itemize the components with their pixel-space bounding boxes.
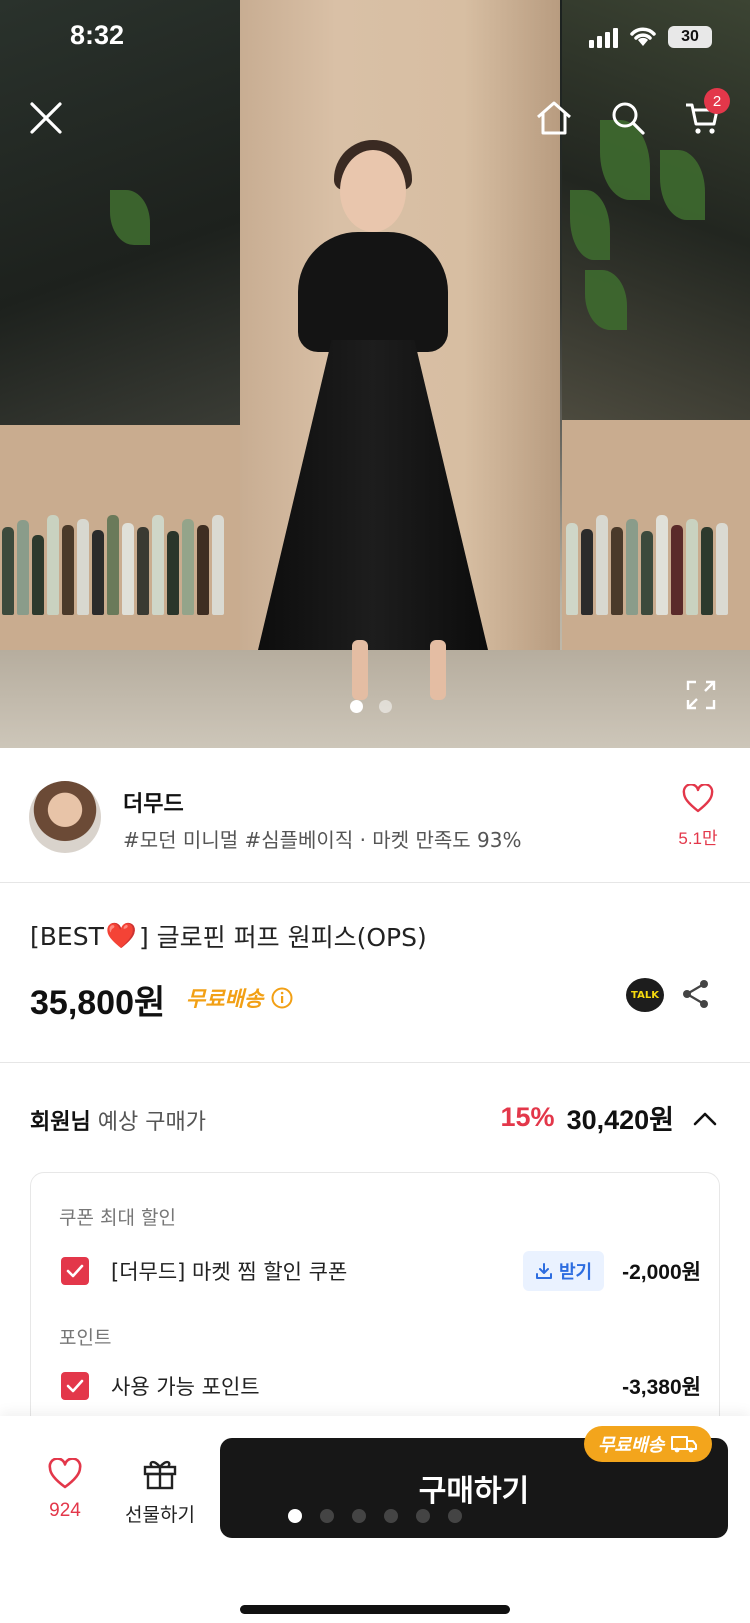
battery-icon: 30 bbox=[668, 26, 712, 48]
gift-button[interactable]: 선물하기 bbox=[120, 1456, 200, 1527]
point-section-label: 포인트 bbox=[59, 1327, 112, 1349]
signal-icon bbox=[589, 26, 618, 48]
product-price: 35,800원 bbox=[30, 984, 166, 1022]
divider bbox=[0, 882, 750, 883]
kakao-talk-button[interactable]: TALK bbox=[626, 978, 664, 1012]
wine-bottles bbox=[2, 505, 224, 615]
black-dress bbox=[298, 232, 448, 352]
cart-count-badge: 2 bbox=[704, 88, 730, 114]
page-dot bbox=[416, 1509, 430, 1523]
gift-label: 선물하기 bbox=[125, 1504, 195, 1526]
point-label: 사용 가능 포인트 bbox=[111, 1375, 260, 1399]
point-row: 사용 가능 포인트 -3,380원 bbox=[61, 1371, 701, 1401]
carousel-dot bbox=[379, 700, 392, 713]
coupon-amount: -2,000원 bbox=[622, 1261, 701, 1284]
close-icon bbox=[30, 102, 62, 134]
chevron-up-icon bbox=[693, 1112, 717, 1125]
coupon-label: [더무드] 마켓 찜 할인 쿠폰 bbox=[111, 1260, 348, 1284]
wifi-icon bbox=[630, 27, 656, 46]
status-icons: 30 bbox=[589, 26, 712, 48]
free-shipping-label[interactable]: 무료배송 bbox=[186, 983, 293, 1013]
page-dot bbox=[288, 1509, 302, 1523]
shop-like-count: 5.1만 bbox=[678, 829, 718, 848]
search-icon bbox=[612, 102, 645, 135]
home-icon bbox=[537, 101, 571, 135]
seller-avatar[interactable] bbox=[29, 781, 101, 853]
page-dot bbox=[320, 1509, 334, 1523]
member-price: 30,420원 bbox=[566, 1105, 674, 1135]
seller-tags: #모던 미니멀 #심플베이직 · 마켓 만족도 93% bbox=[123, 828, 522, 852]
page-indicator bbox=[288, 1509, 462, 1523]
close-button[interactable] bbox=[24, 96, 68, 140]
wishlist-count: 924 bbox=[49, 1500, 81, 1521]
heart-icon bbox=[682, 783, 714, 813]
search-button[interactable] bbox=[606, 96, 650, 140]
divider bbox=[0, 1062, 750, 1063]
carousel-dot bbox=[350, 700, 363, 713]
seller-name[interactable]: 더무드 bbox=[123, 786, 184, 818]
status-time: 8:32 bbox=[70, 20, 125, 50]
product-title: [BEST ❤️ ] 글로핀 퍼프 원피스(OPS) bbox=[30, 921, 427, 952]
gift-icon bbox=[143, 1460, 177, 1490]
truck-icon bbox=[671, 1436, 698, 1453]
home-indicator bbox=[240, 1605, 510, 1614]
model-face bbox=[340, 150, 406, 232]
cart-button[interactable]: 2 bbox=[680, 88, 730, 140]
heart-icon bbox=[48, 1457, 82, 1489]
download-icon bbox=[536, 1263, 552, 1279]
bottom-action-bar: 924 선물하기 구매하기 무료배송 bbox=[0, 1416, 750, 1623]
coupon-section-label: 쿠폰 최대 할인 bbox=[59, 1207, 176, 1229]
fullscreen-icon[interactable] bbox=[686, 680, 716, 710]
seller-info[interactable]: 더무드 #모던 미니멀 #심플베이직 · 마켓 만족도 93% 5.1만 bbox=[0, 748, 750, 882]
wine-bottles bbox=[566, 505, 728, 615]
free-shipping-badge: 무료배송 bbox=[584, 1426, 713, 1462]
member-price-toggle[interactable]: 15% 30,420원 bbox=[501, 1098, 718, 1137]
carousel-indicator bbox=[350, 700, 392, 713]
home-button[interactable] bbox=[532, 96, 576, 140]
page-dot bbox=[352, 1509, 366, 1523]
point-checkbox[interactable] bbox=[61, 1372, 89, 1400]
member-price-label: 회원님 예상 구매가 bbox=[30, 1110, 206, 1135]
check-icon bbox=[66, 1264, 84, 1278]
page-dot bbox=[448, 1509, 462, 1523]
info-icon bbox=[271, 987, 293, 1009]
share-icon[interactable] bbox=[680, 978, 712, 1010]
check-icon bbox=[66, 1379, 84, 1393]
coupon-checkbox[interactable] bbox=[61, 1257, 89, 1285]
wishlist-button[interactable]: 924 bbox=[40, 1457, 90, 1522]
point-amount: -3,380원 bbox=[622, 1376, 701, 1399]
member-discount-rate: 15% bbox=[500, 1102, 555, 1132]
heart-emoji: ❤️ bbox=[105, 921, 137, 950]
discount-breakdown-card: 쿠폰 최대 할인 [더무드] 마켓 찜 할인 쿠폰 받기 -2,000원 포인트… bbox=[30, 1172, 720, 1432]
get-coupon-button[interactable]: 받기 bbox=[523, 1251, 605, 1291]
coupon-row: [더무드] 마켓 찜 할인 쿠폰 받기 -2,000원 bbox=[61, 1251, 701, 1291]
page-dot bbox=[384, 1509, 398, 1523]
shop-like-button[interactable]: 5.1만 bbox=[676, 783, 720, 849]
